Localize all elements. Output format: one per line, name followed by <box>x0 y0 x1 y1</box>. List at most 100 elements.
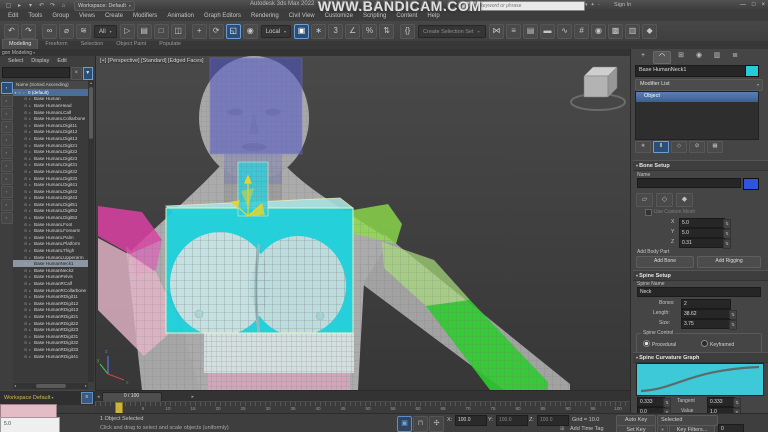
tangent-start-field[interactable]: 0.333 <box>637 397 665 407</box>
menu-group[interactable]: Group <box>52 13 69 19</box>
bone-mesh-box-icon[interactable]: ▱ <box>636 193 653 207</box>
explorer-row[interactable]: ⊙▹Base HumanNeck1 <box>13 260 88 267</box>
minimize-icon[interactable]: — <box>740 0 746 10</box>
open-file-icon[interactable]: ▸ <box>15 2 24 10</box>
viewport-canvas[interactable]: x y z <box>96 56 631 390</box>
new-file-icon[interactable]: ▢ <box>4 2 13 10</box>
workspace-selector[interactable]: Workspace: Default <box>74 1 135 11</box>
explorer-menu-edit[interactable]: Edit <box>57 58 66 64</box>
explorer-row[interactable]: ⊙▹Base HumanLThigh <box>13 247 88 254</box>
bone-color-swatch[interactable] <box>743 178 759 190</box>
explorer-row[interactable]: ⊙▹Base HumanRDigit31 <box>13 333 88 340</box>
track-arrow-icon[interactable]: ▸ <box>192 394 195 400</box>
select-and-place-icon[interactable]: ◉ <box>243 24 258 39</box>
named-selection-set-field[interactable]: Create Selection Set <box>418 25 486 38</box>
menu-edit[interactable]: Edit <box>8 13 18 19</box>
menu-views[interactable]: Views <box>79 13 95 19</box>
select-and-scale-icon[interactable]: ◱ <box>226 24 241 39</box>
bone-mesh-fin-icon[interactable]: ◇ <box>656 193 673 207</box>
explorer-horizontal-scrollbar[interactable] <box>13 383 88 389</box>
select-and-move-icon[interactable]: + <box>192 24 207 39</box>
explorer-row[interactable]: ⊙▹Base HumanLDigit32 <box>13 168 88 175</box>
explorer-row[interactable]: ⊙▹Base HumanLFoot <box>13 221 88 228</box>
explorer-row[interactable]: ⊙▹Base HumanRDigit41 <box>13 353 88 360</box>
key-filters-button[interactable]: Key Filters... <box>669 425 715 432</box>
explorer-row[interactable]: ⊙▹Base HumanLDigit21 <box>13 142 88 149</box>
object-name-field[interactable]: Base HumanNeck1 <box>635 65 746 77</box>
percent-snap-icon[interactable]: % <box>362 24 377 39</box>
display-geometry-icon[interactable]: ▪ <box>1 95 13 107</box>
maxscript-mini-listener[interactable]: 5.0 <box>0 417 60 432</box>
add-rigging-button[interactable]: Add Rigging <box>697 256 761 268</box>
current-frame-field[interactable]: 0 <box>718 424 744 432</box>
redo-icon[interactable]: ↷ <box>21 24 36 39</box>
select-by-name-icon[interactable]: ▤ <box>137 24 152 39</box>
workspace-menu-icon[interactable]: ≡ <box>81 392 93 404</box>
explorer-row[interactable]: ⊙▹Base HumanRDigit32 <box>13 340 88 347</box>
display-xrefs-icon[interactable]: ▪ <box>1 186 13 198</box>
display-tab[interactable]: ▥ <box>709 51 725 62</box>
explorer-row[interactable]: ⊙▹Base HumanLDigit52 <box>13 208 88 215</box>
bone-mesh-solid-icon[interactable]: ◆ <box>676 193 693 207</box>
ribbon-tab-selection[interactable]: Selection <box>75 40 110 49</box>
spine-setup-rollout[interactable]: Spine Setup <box>633 270 768 281</box>
menu-civil-view[interactable]: Civil View <box>289 13 315 19</box>
bones-count-field[interactable]: 2 <box>681 299 731 309</box>
curve-editor-icon[interactable]: ∿ <box>557 24 572 39</box>
explorer-row[interactable]: ⊙▹Base Human <box>13 96 88 103</box>
keyframed-radio[interactable]: Keyframed <box>701 340 734 348</box>
toggle-ribbon-icon[interactable]: ▬ <box>540 24 555 39</box>
object-color-swatch[interactable] <box>745 65 759 77</box>
z-coord-field[interactable]: 100.0 <box>537 415 569 426</box>
size-field[interactable]: 3.75 <box>681 319 731 329</box>
explorer-row[interactable]: ⊙▹Base HumanLUpperarm <box>13 254 88 261</box>
z-size-field[interactable]: 0.31 <box>679 238 725 248</box>
modifier-list-dropdown[interactable]: Modifier List <box>635 79 763 91</box>
explorer-row[interactable]: ⊙▹Base HumanRDigit33 <box>13 346 88 353</box>
explorer-row[interactable]: ⊙▹Base HumanLDigit53 <box>13 214 88 221</box>
rectangular-selection-region-icon[interactable]: □ <box>154 24 169 39</box>
spine-name-input[interactable]: Neck <box>637 287 761 297</box>
angle-snap-icon[interactable]: ∠ <box>345 24 360 39</box>
snaps-toggle-icon[interactable]: 3 <box>328 24 343 39</box>
configure-modifier-sets-icon[interactable]: ▦ <box>707 141 723 153</box>
use-custom-mesh-checkbox[interactable] <box>645 209 652 216</box>
procedural-radio[interactable]: Procedural <box>643 340 676 348</box>
bone-name-input[interactable] <box>637 178 741 188</box>
explorer-row[interactable]: ⊙▹Base HumanLDigit41 <box>13 181 88 188</box>
explorer-row[interactable]: ⊙▹Base HumanLForearm <box>13 227 88 234</box>
undo-icon[interactable]: ↶ <box>4 24 19 39</box>
notification-icon[interactable]: ◦ <box>598 1 600 10</box>
display-cameras-icon[interactable]: ▪ <box>1 134 13 146</box>
display-shapes-icon[interactable]: ▪ <box>1 108 13 120</box>
explorer-row[interactable]: ⊙▹Base HumanLDigit13 <box>13 135 88 142</box>
rendered-frame-window-icon[interactable]: ▥ <box>625 24 640 39</box>
explorer-row[interactable]: ⊙▹Base HumanRDigit23 <box>13 326 88 333</box>
x-coord-field[interactable]: 100.0 <box>455 415 487 426</box>
remove-modifier-icon[interactable]: ⊘ <box>689 141 705 153</box>
display-spacewarps-icon[interactable]: ▪ <box>1 160 13 172</box>
bone-setup-rollout[interactable]: Bone Setup <box>633 160 768 171</box>
ribbon-tab-object-paint[interactable]: Object Paint <box>110 40 152 49</box>
workspace-default-bar[interactable]: Workspace Default ≡ <box>0 390 95 405</box>
display-containers-icon[interactable]: ▪ <box>1 212 13 224</box>
align-icon[interactable]: ≡ <box>506 24 521 39</box>
filter-icon[interactable]: ▼ <box>83 67 94 80</box>
layer-explorer-icon[interactable]: ▤ <box>523 24 538 39</box>
key-filters-icon[interactable]: ✳ <box>657 425 668 432</box>
explorer-row[interactable]: ⊙▹Base HumanLDigit33 <box>13 175 88 182</box>
explorer-row[interactable]: ⊙▹Base HumanRDigit13 <box>13 307 88 314</box>
display-all-icon[interactable]: ▪ <box>1 82 13 94</box>
explorer-row[interactable]: ⊙▹Base HumanLPalm <box>13 234 88 241</box>
modify-tab[interactable]: ◠ <box>653 51 671 64</box>
explorer-row[interactable]: ⊙▹Base HumanLCollarbone <box>13 115 88 122</box>
spine-curvature-graph[interactable] <box>636 363 764 396</box>
use-pivot-point-center-icon[interactable]: ▣ <box>294 24 309 39</box>
bind-to-space-warp-icon[interactable]: ≋ <box>76 24 91 39</box>
length-field[interactable]: 38.62 <box>681 309 731 319</box>
select-and-rotate-icon[interactable]: ⟳ <box>209 24 224 39</box>
explorer-menu-display[interactable]: Display <box>31 58 49 64</box>
chest-bone-box[interactable] <box>166 198 353 336</box>
explorer-row[interactable]: ⊙▹Base HumanLPlatform <box>13 241 88 248</box>
explorer-row[interactable]: ⊙▹Base HumanNeck2 <box>13 267 88 274</box>
